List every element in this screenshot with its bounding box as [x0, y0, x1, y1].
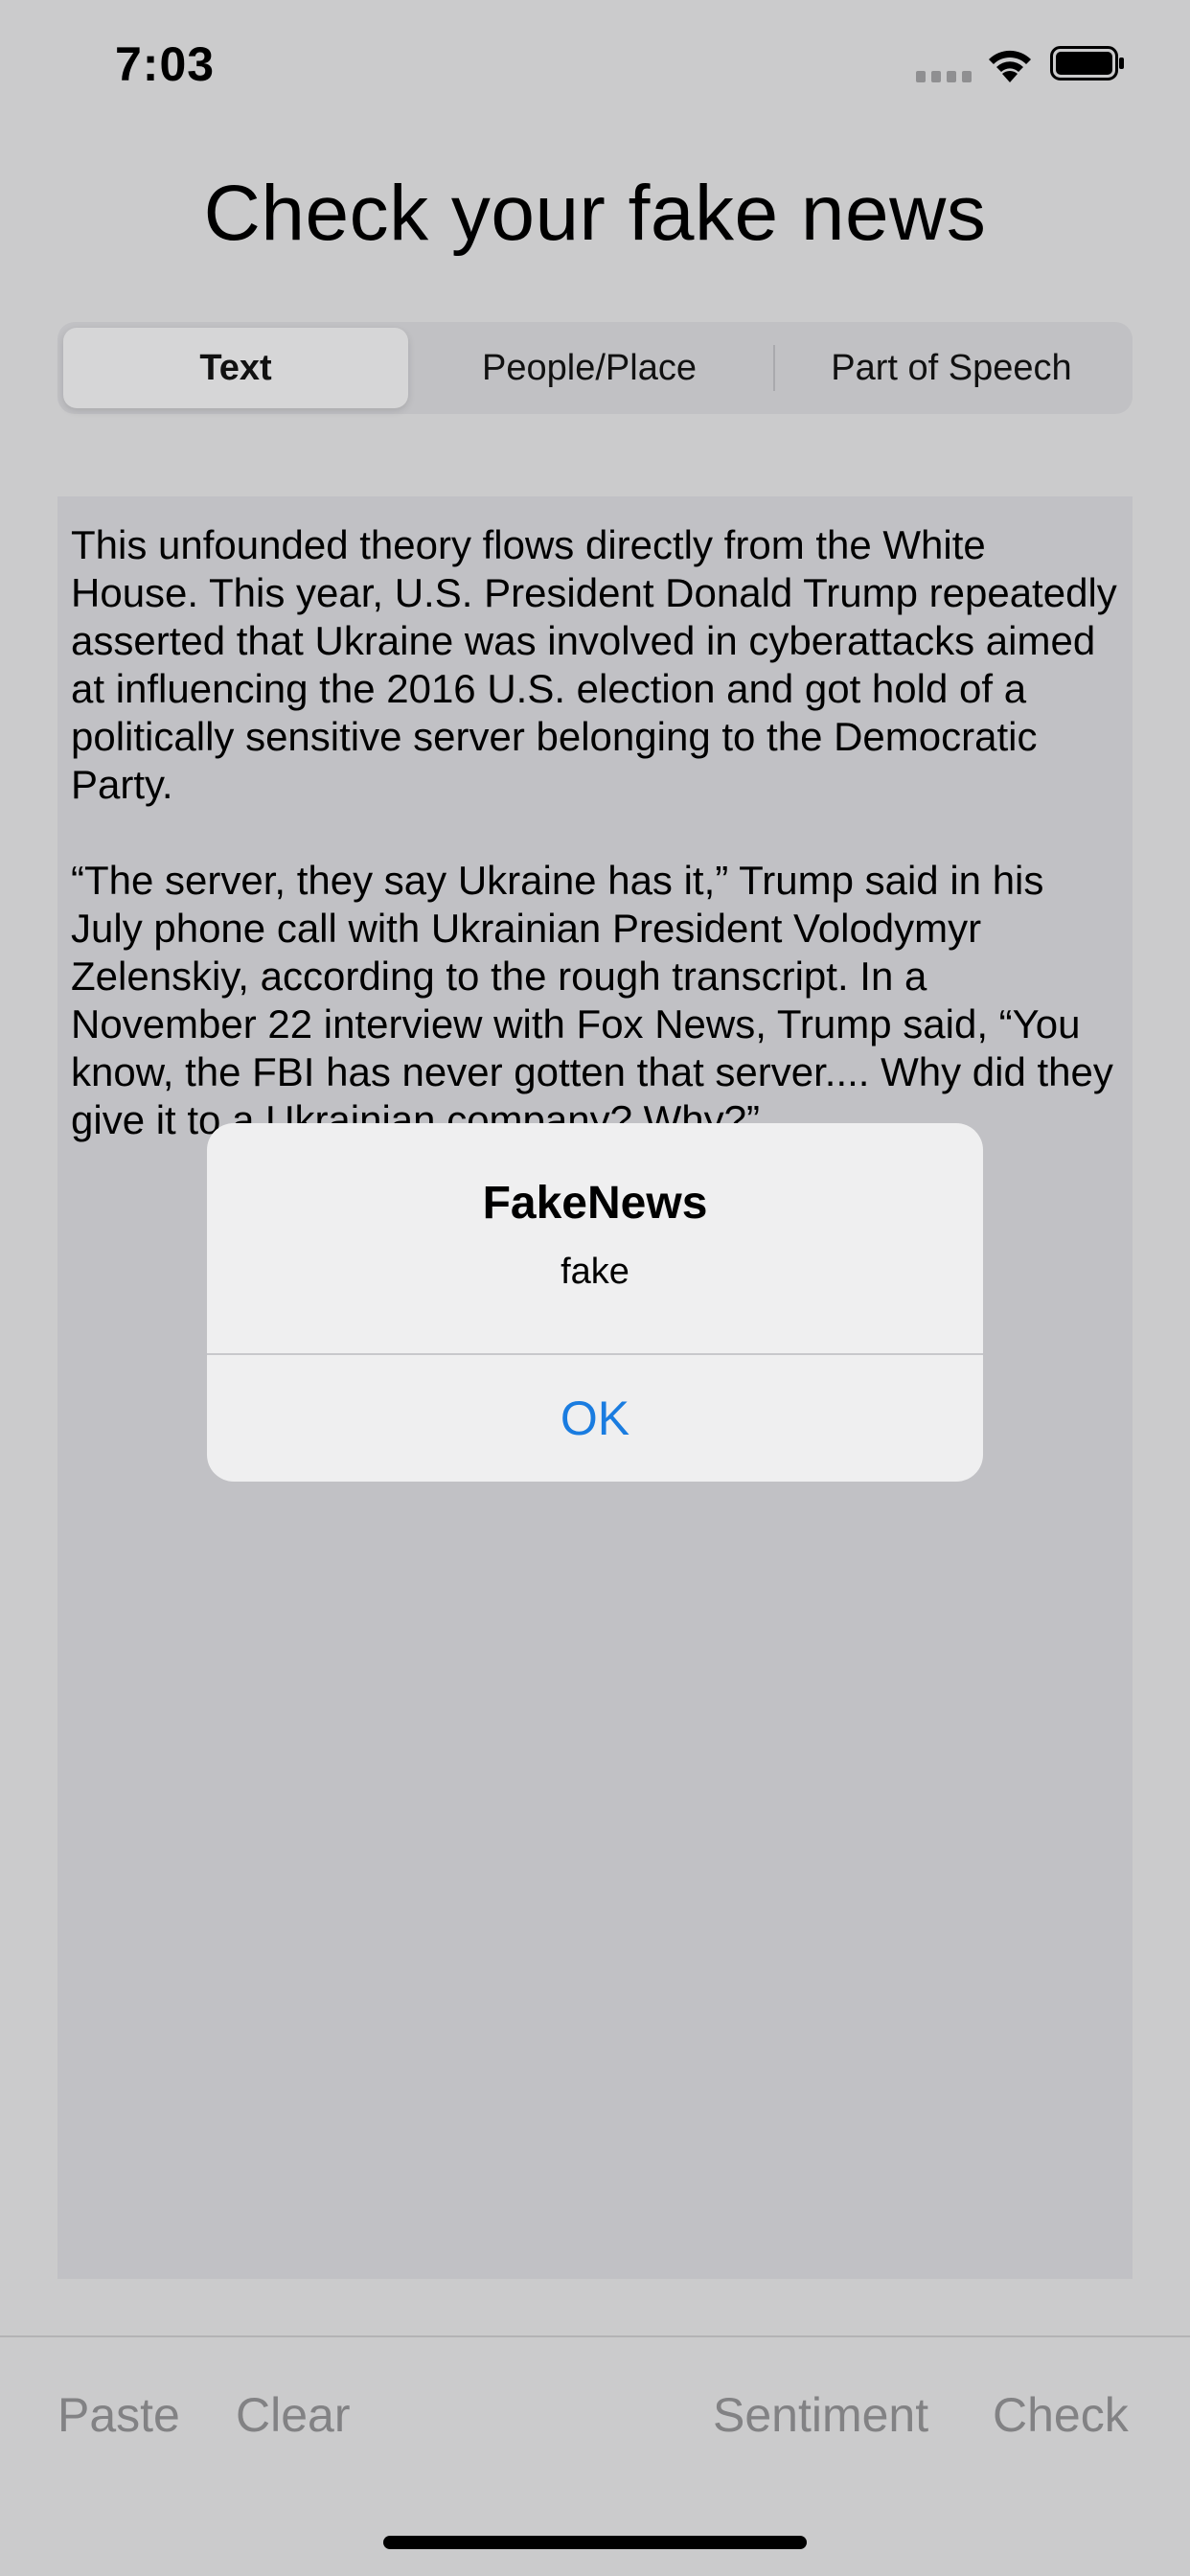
article-paragraph: This unfounded theory flows directly fro…: [71, 522, 1117, 807]
ok-button[interactable]: OK: [207, 1355, 983, 1482]
tab-part-of-speech[interactable]: Part of Speech: [774, 328, 1129, 408]
home-indicator: [383, 2536, 807, 2549]
alert-dialog: FakeNews fake OK: [207, 1123, 983, 1482]
cellular-signal-icon: [916, 71, 972, 82]
sentiment-button[interactable]: Sentiment: [713, 2387, 928, 2443]
check-button[interactable]: Check: [993, 2387, 1129, 2443]
status-time: 7:03: [115, 37, 216, 91]
alert-title: FakeNews: [482, 1178, 708, 1229]
segmented-control: Text People/Place Part of Speech: [57, 322, 1133, 414]
article-paragraph: “The server, they say Ukraine has it,” T…: [71, 858, 1113, 1142]
battery-icon: [1050, 46, 1124, 80]
wifi-icon: [989, 50, 1031, 82]
page-title: Check your fake news: [203, 170, 987, 257]
alert-message: fake: [561, 1252, 629, 1292]
clear-button[interactable]: Clear: [236, 2387, 350, 2443]
status-bar: 7:03: [0, 0, 1190, 126]
tab-text[interactable]: Text: [63, 328, 408, 408]
paste-button[interactable]: Paste: [57, 2387, 180, 2443]
tab-people-place[interactable]: People/Place: [416, 328, 763, 408]
